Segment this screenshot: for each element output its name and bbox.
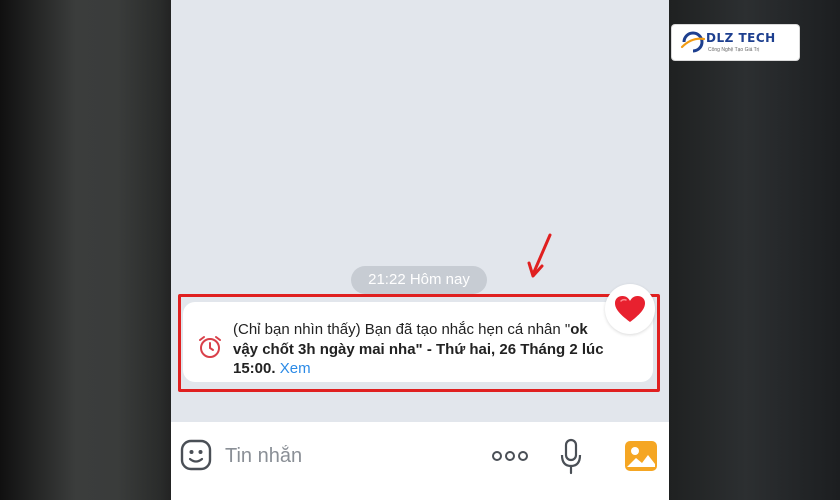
heart-icon bbox=[615, 296, 645, 322]
heart-reaction-button[interactable] bbox=[605, 284, 655, 334]
timestamp-badge: 21:22 Hôm nay bbox=[351, 266, 487, 294]
more-options-icon[interactable] bbox=[491, 450, 529, 462]
message-input-bar bbox=[171, 422, 669, 500]
chat-screen: 21:22 Hôm nay (Chỉ bạn nhìn thấy) Bạn đã… bbox=[171, 0, 669, 500]
right-background bbox=[669, 0, 840, 500]
red-arrow-annotation bbox=[527, 233, 552, 278]
sticker-icon[interactable] bbox=[179, 438, 213, 472]
gallery-icon[interactable] bbox=[624, 440, 658, 472]
message-input[interactable] bbox=[223, 438, 427, 474]
dlz-tech-logo: DLZ TECH Công Nghệ Tạo Giá Trị bbox=[672, 25, 799, 60]
dlz-logo-icon bbox=[680, 31, 706, 53]
logo-brand: DLZ TECH bbox=[706, 31, 776, 45]
highlight-annotation-box bbox=[178, 294, 660, 392]
microphone-icon[interactable] bbox=[559, 438, 583, 476]
logo-tagline: Công Nghệ Tạo Giá Trị bbox=[708, 47, 760, 53]
